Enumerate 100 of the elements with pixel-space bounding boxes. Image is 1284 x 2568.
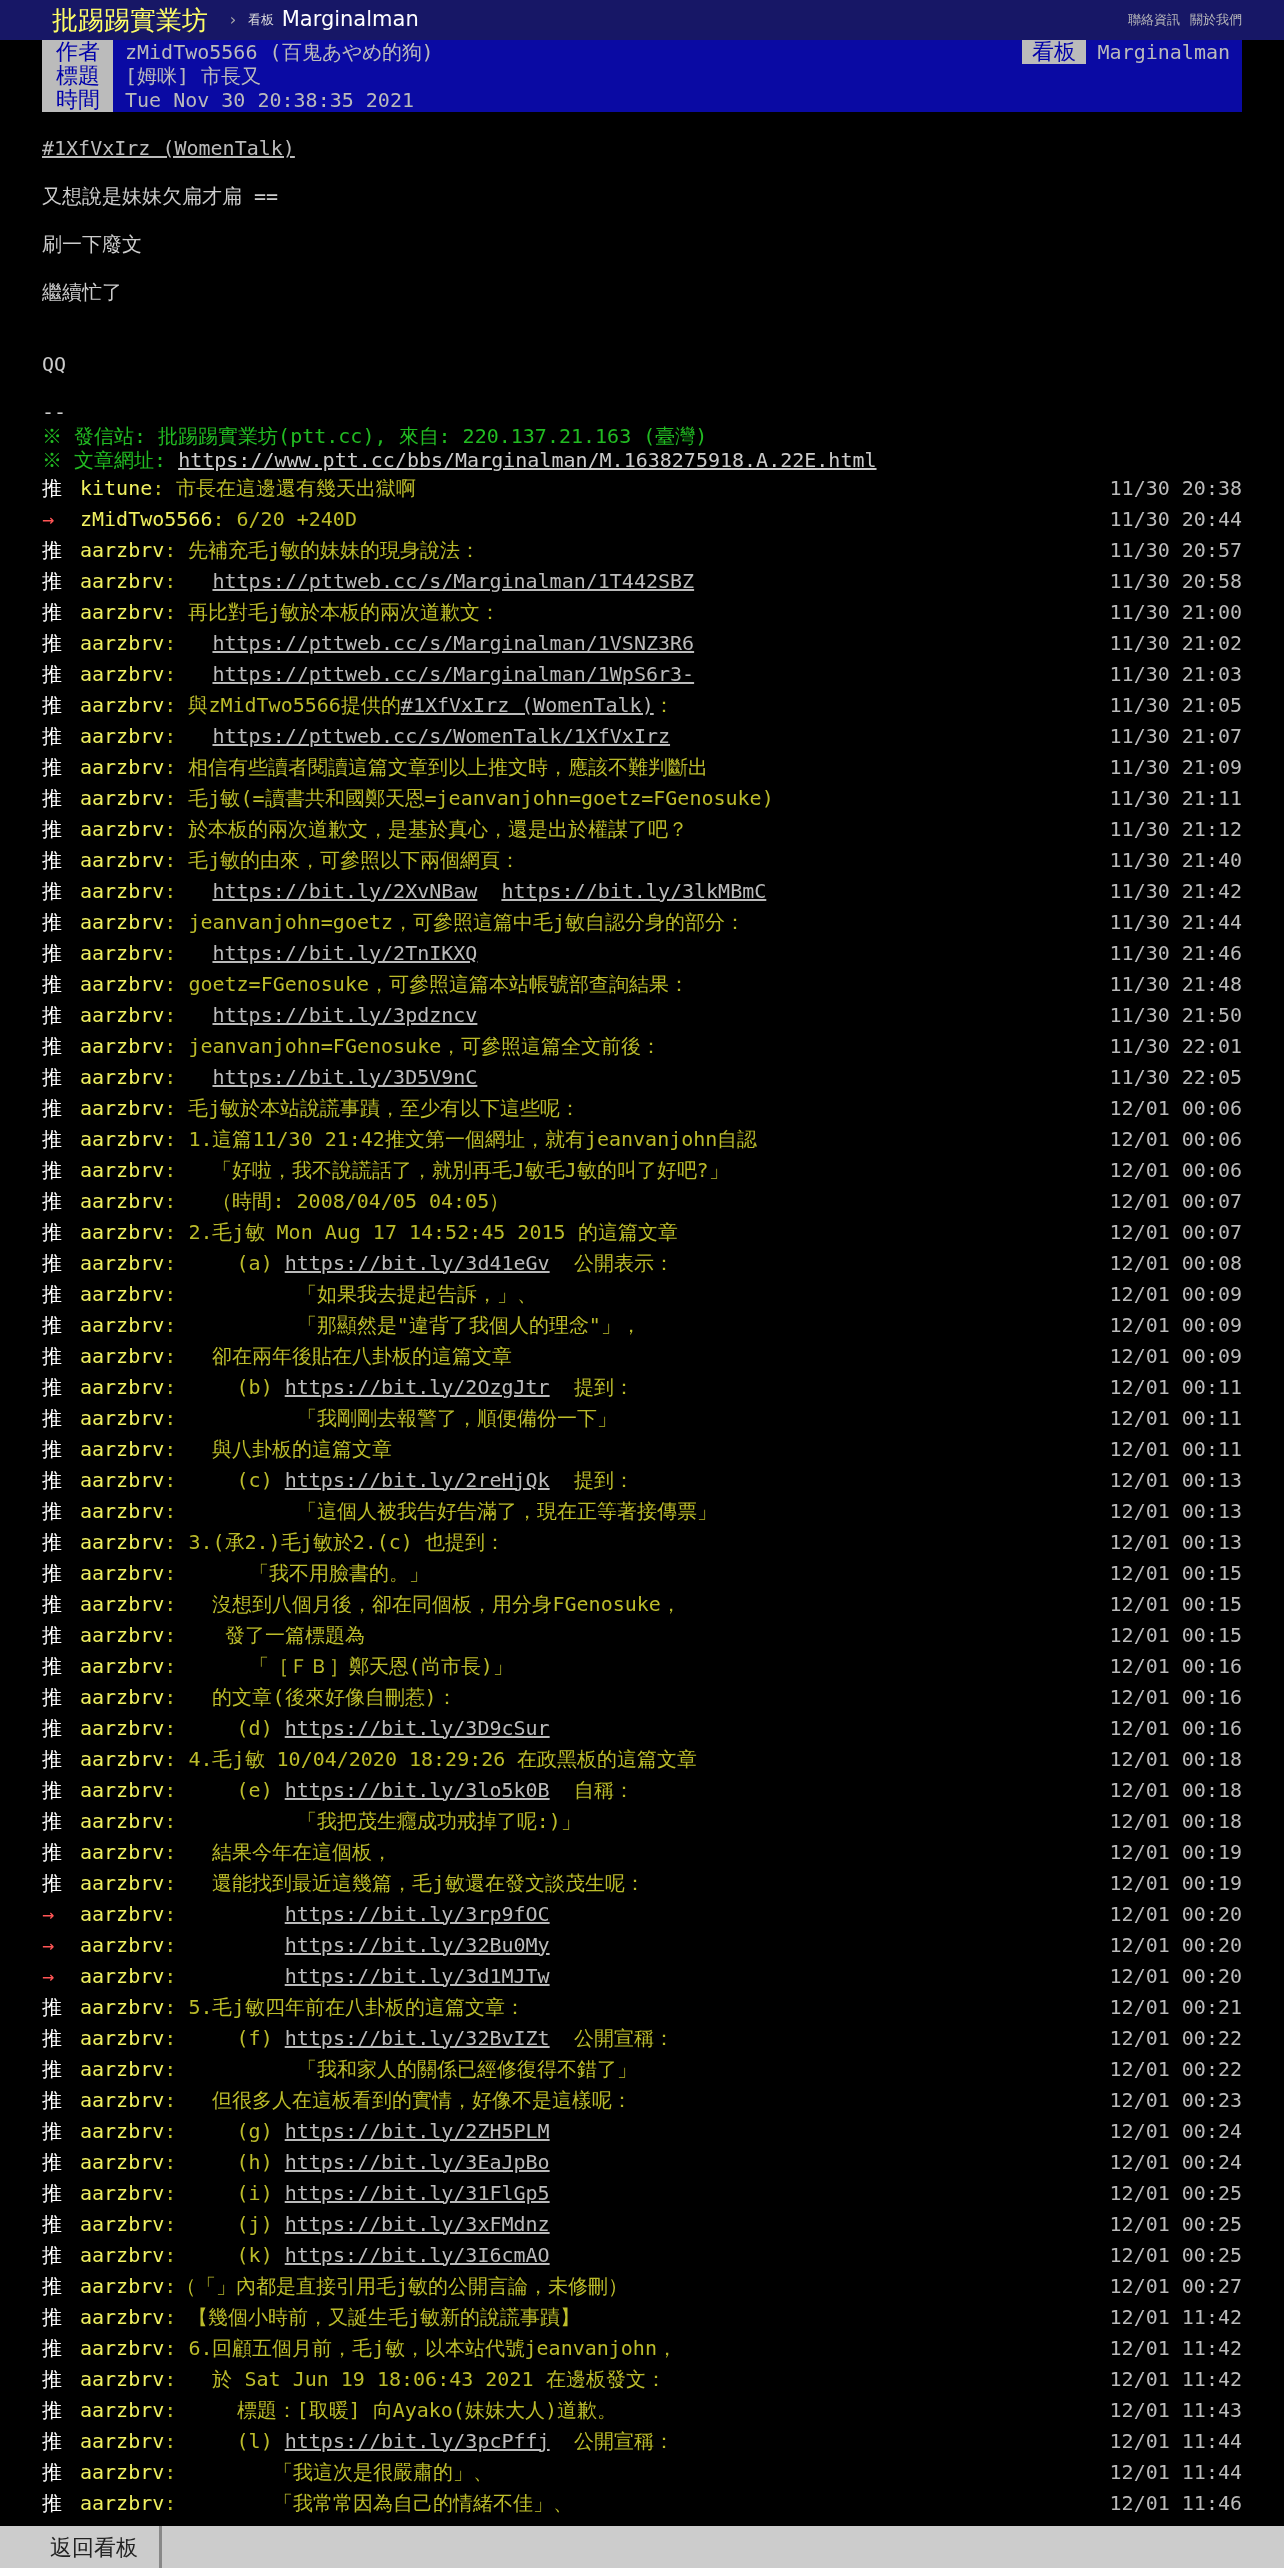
push-content: : (f) https://bit.ly/32BvIZt 公開宣稱：	[164, 2024, 675, 2052]
push-content: : 2.毛j敏 Mon Aug 17 14:52:45 2015 的這篇文章	[164, 1218, 679, 1246]
link[interactable]: https://bit.ly/3pcPffj	[284, 2428, 550, 2453]
link[interactable]: https://bit.ly/2reHjQk	[284, 1467, 550, 1492]
link[interactable]: https://bit.ly/3lo5k0B	[284, 1777, 550, 1802]
link[interactable]: https://bit.ly/2OzgJtr	[284, 1374, 550, 1399]
push-content: : 【幾個小時前，又誕生毛j敏新的說謊事蹟】	[164, 2303, 582, 2331]
push-content: : jeanvanjohn=FGenosuke，可參照這篇全文前後：	[164, 1032, 663, 1060]
link[interactable]: https://bit.ly/3d41eGv	[284, 1250, 550, 1275]
push-tag: 推	[42, 2487, 80, 2518]
link[interactable]: #1XfVxIrz (WomenTalk)	[42, 136, 295, 160]
link[interactable]: https://bit.ly/2ZH5PLM	[284, 2118, 550, 2143]
user-id: aarzbrv	[80, 1187, 165, 1215]
push-content: : 卻在兩年後貼在八卦板的這篇文章	[164, 1342, 514, 1370]
push-content: : 還能找到最近這幾篇，毛j敏還在發文談茂生呢：	[164, 1869, 646, 1897]
push-tag: 推	[42, 565, 80, 596]
push-time: 12/01 11:42	[1109, 2365, 1242, 2393]
nav-link[interactable]: 聯絡資訊	[1128, 10, 1180, 30]
user-id: aarzbrv	[80, 1621, 165, 1649]
user-id: aarzbrv	[80, 2272, 165, 2300]
push-content: : 但很多人在這板看到的實情，好像不是這樣呢：	[164, 2086, 634, 2114]
nav-link[interactable]: 關於我們	[1190, 10, 1242, 30]
push-tag: 推	[42, 2208, 80, 2239]
link[interactable]: https://pttweb.cc/s/Marginalman/1T442SBZ	[212, 568, 695, 593]
meta-label: 標題	[42, 64, 113, 88]
user-id: aarzbrv	[80, 2303, 165, 2331]
link[interactable]: https://bit.ly/3D5V9nC	[212, 1064, 478, 1089]
push-time: 12/01 00:11	[1109, 1373, 1242, 1401]
push-tag: 推	[42, 1340, 80, 1371]
link[interactable]: https://bit.ly/3xFMdnz	[284, 2211, 550, 2236]
link[interactable]: https://pttweb.cc/s/WomenTalk/1XfVxIrz	[212, 723, 671, 748]
link[interactable]: https://bit.ly/3d1MJTw	[284, 1963, 550, 1988]
user-id: aarzbrv	[80, 1466, 165, 1494]
push-tag: 推	[42, 1185, 80, 1216]
user-id: kitune	[80, 474, 153, 502]
push-content: : (a) https://bit.ly/3d41eGv 公開表示：	[164, 1249, 675, 1277]
user-id: aarzbrv	[80, 1063, 165, 1091]
push-content: : (j) https://bit.ly/3xFMdnz	[164, 2210, 551, 2238]
push-content: : 「如果我去提起告訴，」、	[164, 1280, 538, 1308]
link[interactable]: #1XfVxIrz (WomenTalk)	[400, 692, 654, 717]
push-content: : (d) https://bit.ly/3D9cSur	[164, 1714, 551, 1742]
push-time: 12/01 00:23	[1109, 2086, 1242, 2114]
site-logo[interactable]: 批踢踢實業坊	[52, 5, 208, 35]
push-time: 12/01 00:07	[1109, 1218, 1242, 1246]
link[interactable]: https://bit.ly/3lkMBmC	[501, 878, 767, 903]
push-time: 11/30 21:05	[1109, 691, 1242, 719]
push-time: 12/01 00:25	[1109, 2241, 1242, 2269]
push-time: 12/01 00:06	[1109, 1156, 1242, 1184]
link[interactable]: https://pttweb.cc/s/Marginalman/1WpS6r3-	[212, 661, 695, 686]
user-id: aarzbrv	[80, 1032, 165, 1060]
link[interactable]: https://bit.ly/3pdzncv	[212, 1002, 478, 1027]
push-time: 11/30 21:50	[1109, 1001, 1242, 1029]
push-content: : https://pttweb.cc/s/WomenTalk/1XfVxIrz	[164, 722, 672, 750]
push-tag: 推	[42, 1805, 80, 1836]
link[interactable]: https://www.ptt.cc/bbs/Marginalman/M.1638275918.A.22E.html	[178, 448, 877, 472]
user-id: aarzbrv	[80, 1311, 165, 1339]
source-info: ※ 發信站: 批踢踢實業坊(ptt.cc), 來自: 220.137.21.163 (臺灣)	[42, 424, 709, 448]
push-content: : 6.回顧五個月前，毛j敏，以本站代號jeanvanjohn，	[164, 2334, 678, 2362]
push-content: : https://pttweb.cc/s/Marginalman/1VSNZ3R6	[164, 629, 696, 657]
push-time: 12/01 00:11	[1109, 1404, 1242, 1432]
meta-label: 作者	[42, 40, 113, 64]
link[interactable]: https://bit.ly/31FlGp5	[284, 2180, 550, 2205]
link[interactable]: https://bit.ly/3rp9fOC	[284, 1901, 550, 1926]
push-time: 12/01 00:09	[1109, 1280, 1242, 1308]
push-time: 12/01 00:20	[1109, 1931, 1242, 1959]
user-id: aarzbrv	[80, 1435, 165, 1463]
user-id: aarzbrv	[80, 784, 165, 812]
push-content: : https://bit.ly/3d1MJTw	[164, 1962, 551, 1990]
push-content: : (k) https://bit.ly/3I6cmAO	[164, 2241, 551, 2269]
user-id: aarzbrv	[80, 1528, 165, 1556]
link[interactable]: https://bit.ly/32BvIZt	[284, 2025, 550, 2050]
link[interactable]: https://bit.ly/2TnIKXQ	[212, 940, 478, 965]
user-id: aarzbrv	[80, 815, 165, 843]
push-content: : 標題：[取暖] 向Ayako(妹妹大人)道歉。	[164, 2396, 618, 2424]
user-id: aarzbrv	[80, 722, 165, 750]
push-tag: 推	[42, 1712, 80, 1743]
push-time: 12/01 00:18	[1109, 1807, 1242, 1835]
link[interactable]: https://bit.ly/3I6cmAO	[284, 2242, 550, 2267]
push-tag: 推	[42, 1402, 80, 1433]
link[interactable]: https://bit.ly/2XvNBaw	[212, 878, 478, 903]
user-id: aarzbrv	[80, 2086, 165, 2114]
push-tag: 推	[42, 1774, 80, 1805]
push-tag: 推	[42, 1681, 80, 1712]
push-tag: 推	[42, 1526, 80, 1557]
link[interactable]: https://bit.ly/32Bu0My	[284, 1932, 550, 1957]
user-id: aarzbrv	[80, 691, 165, 719]
user-id: aarzbrv	[80, 536, 165, 564]
user-id: aarzbrv	[80, 939, 165, 967]
link[interactable]: https://bit.ly/3D9cSur	[284, 1715, 550, 1740]
push-content: : (g) https://bit.ly/2ZH5PLM	[164, 2117, 551, 2145]
link[interactable]: https://pttweb.cc/s/Marginalman/1VSNZ3R6	[212, 630, 695, 655]
meta-label: 看板	[1021, 40, 1086, 64]
push-content: : 「我把茂生癮成功戒掉了呢:)」	[164, 1807, 582, 1835]
push-content: : 相信有些讀者閱讀這篇文章到以上推文時，應該不難判斷出	[164, 753, 710, 781]
link[interactable]: https://bit.ly/3EaJpBo	[284, 2149, 550, 2174]
push-time: 12/01 11:42	[1109, 2303, 1242, 2331]
board-link[interactable]: Marginalman	[281, 4, 419, 36]
push-content: : jeanvanjohn=goetz，可參照這篇中毛j敏自認分身的部分：	[164, 908, 747, 936]
user-id: aarzbrv	[80, 1776, 165, 1804]
push-content: : https://bit.ly/3pdzncv	[164, 1001, 479, 1029]
